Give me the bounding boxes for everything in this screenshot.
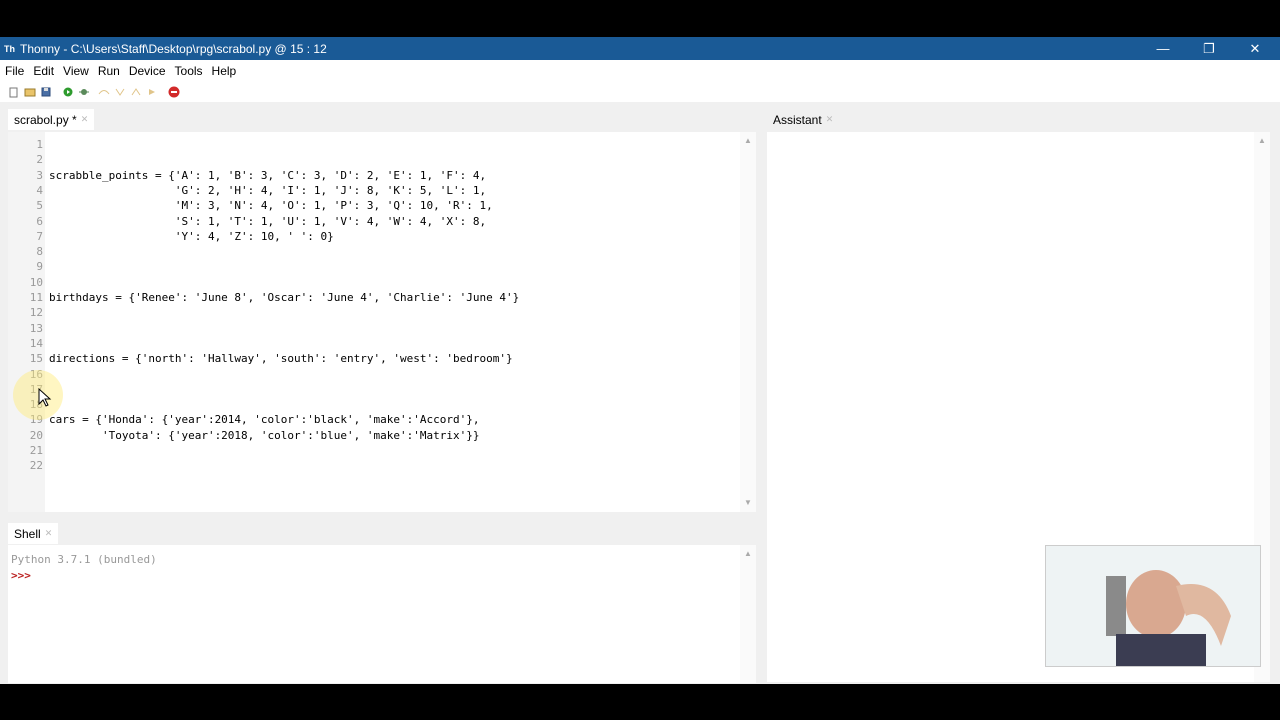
save-icon[interactable] bbox=[38, 84, 54, 100]
shell-scrollbar[interactable]: ▲ bbox=[740, 545, 756, 683]
code-line[interactable]: directions = {'north': 'Hallway', 'south… bbox=[49, 351, 513, 366]
step-into-icon[interactable] bbox=[112, 84, 128, 100]
open-file-icon[interactable] bbox=[22, 84, 38, 100]
tab-label: scrabol.py * bbox=[14, 112, 77, 127]
line-number: 14 bbox=[29, 336, 43, 350]
step-over-icon[interactable] bbox=[96, 84, 112, 100]
menu-bar: File Edit View Run Device Tools Help bbox=[0, 60, 1280, 82]
line-number: 21 bbox=[29, 444, 43, 457]
line-number: 12 bbox=[29, 306, 43, 320]
restore-icon: ❐ bbox=[1203, 40, 1215, 56]
tab-label: Assistant bbox=[773, 112, 822, 127]
close-button[interactable]: ✕ bbox=[1232, 37, 1278, 60]
line-number: 10 bbox=[29, 275, 43, 289]
close-icon: ✕ bbox=[1249, 40, 1261, 56]
code-line[interactable]: cars = {'Honda': {'year':2014, 'color':'… bbox=[49, 412, 479, 427]
line-number: 2 bbox=[36, 153, 43, 167]
tab-close-icon[interactable]: ✕ bbox=[81, 114, 89, 125]
tab-assistant[interactable]: Assistant ✕ bbox=[767, 109, 840, 130]
window-title: Thonny - C:\Users\Staff\Desktop\rpg\scra… bbox=[20, 41, 327, 56]
resume-icon[interactable] bbox=[144, 84, 160, 100]
line-number: 15 bbox=[29, 352, 43, 366]
minimize-button[interactable]: — bbox=[1140, 37, 1186, 60]
line-number: 11 bbox=[29, 291, 43, 304]
toolbar bbox=[0, 82, 1280, 102]
minimize-icon: — bbox=[1156, 41, 1170, 56]
run-icon[interactable] bbox=[60, 84, 76, 100]
tab-close-icon[interactable]: ✕ bbox=[45, 528, 53, 539]
tab-scrabol-py[interactable]: scrabol.py * ✕ bbox=[8, 109, 95, 130]
line-number: 1 bbox=[36, 138, 43, 151]
step-out-icon[interactable] bbox=[128, 84, 144, 100]
menu-edit[interactable]: Edit bbox=[28, 64, 58, 78]
menu-file[interactable]: File bbox=[0, 64, 28, 78]
line-number: 8 bbox=[36, 245, 43, 259]
webcam-overlay bbox=[1045, 545, 1261, 667]
shell-console[interactable]: Python 3.7.1 (bundled) >>> bbox=[8, 545, 740, 683]
presenter-video-icon bbox=[1046, 546, 1260, 666]
line-number: 3 bbox=[36, 168, 43, 182]
scroll-up-icon[interactable]: ▲ bbox=[744, 136, 752, 145]
code-editor[interactable]: 1 2 3 scrabble_points = {'A': 1, 'B': 3, 'C… bbox=[8, 132, 740, 512]
debug-icon[interactable] bbox=[76, 84, 92, 100]
shell-prompt: >>> bbox=[11, 569, 31, 582]
code-line[interactable]: birthdays = {'Renee': 'June 8', 'Oscar':… bbox=[49, 290, 519, 305]
restore-button[interactable]: ❐ bbox=[1186, 37, 1232, 60]
line-number: 9 bbox=[36, 260, 43, 274]
menu-tools[interactable]: Tools bbox=[170, 64, 207, 78]
line-number: 6 bbox=[36, 214, 43, 228]
tab-label: Shell bbox=[14, 526, 41, 541]
code-line[interactable]: 'G': 2, 'H': 4, 'I': 1, 'J': 8, 'K': 5, … bbox=[49, 183, 486, 198]
line-number: 4 bbox=[36, 183, 43, 197]
menu-help[interactable]: Help bbox=[207, 64, 241, 78]
shell-banner: Python 3.7.1 (bundled) bbox=[11, 553, 157, 566]
tab-close-icon[interactable]: ✕ bbox=[826, 114, 834, 125]
tab-shell[interactable]: Shell ✕ bbox=[8, 523, 59, 544]
scroll-up-icon[interactable]: ▲ bbox=[1258, 136, 1266, 145]
scroll-down-icon[interactable]: ▼ bbox=[744, 498, 752, 507]
thonny-app-icon: Th bbox=[4, 43, 15, 54]
code-line[interactable]: 'M': 3, 'N': 4, 'O': 1, 'P': 3, 'Q': 10,… bbox=[49, 198, 493, 213]
line-number: 5 bbox=[36, 199, 43, 213]
line-number: 7 bbox=[36, 229, 43, 243]
code-line[interactable]: 'Toyota': {'year':2018, 'color':'blue', … bbox=[49, 428, 480, 443]
mouse-cursor-icon bbox=[38, 388, 52, 407]
code-line[interactable]: scrabble_points = {'A': 1, 'B': 3, 'C': … bbox=[49, 168, 486, 183]
code-line[interactable]: 'Y': 4, 'Z': 10, ' ': 0} bbox=[49, 229, 334, 244]
title-bar[interactable]: Th Thonny - C:\Users\Staff\Desktop\rpg\s… bbox=[0, 37, 1280, 60]
menu-device[interactable]: Device bbox=[124, 64, 170, 78]
scroll-up-icon[interactable]: ▲ bbox=[744, 549, 752, 558]
new-file-icon[interactable] bbox=[6, 84, 22, 100]
editor-scrollbar[interactable]: ▲ ▼ bbox=[740, 132, 756, 512]
stop-icon[interactable] bbox=[166, 84, 182, 100]
code-line[interactable]: 'S': 1, 'T': 1, 'U': 1, 'V': 4, 'W': 4, … bbox=[49, 214, 486, 229]
line-number: 22 bbox=[29, 459, 43, 473]
menu-view[interactable]: View bbox=[58, 64, 93, 78]
menu-run[interactable]: Run bbox=[93, 64, 124, 78]
line-number: 13 bbox=[29, 321, 43, 335]
line-number: 20 bbox=[29, 428, 43, 442]
